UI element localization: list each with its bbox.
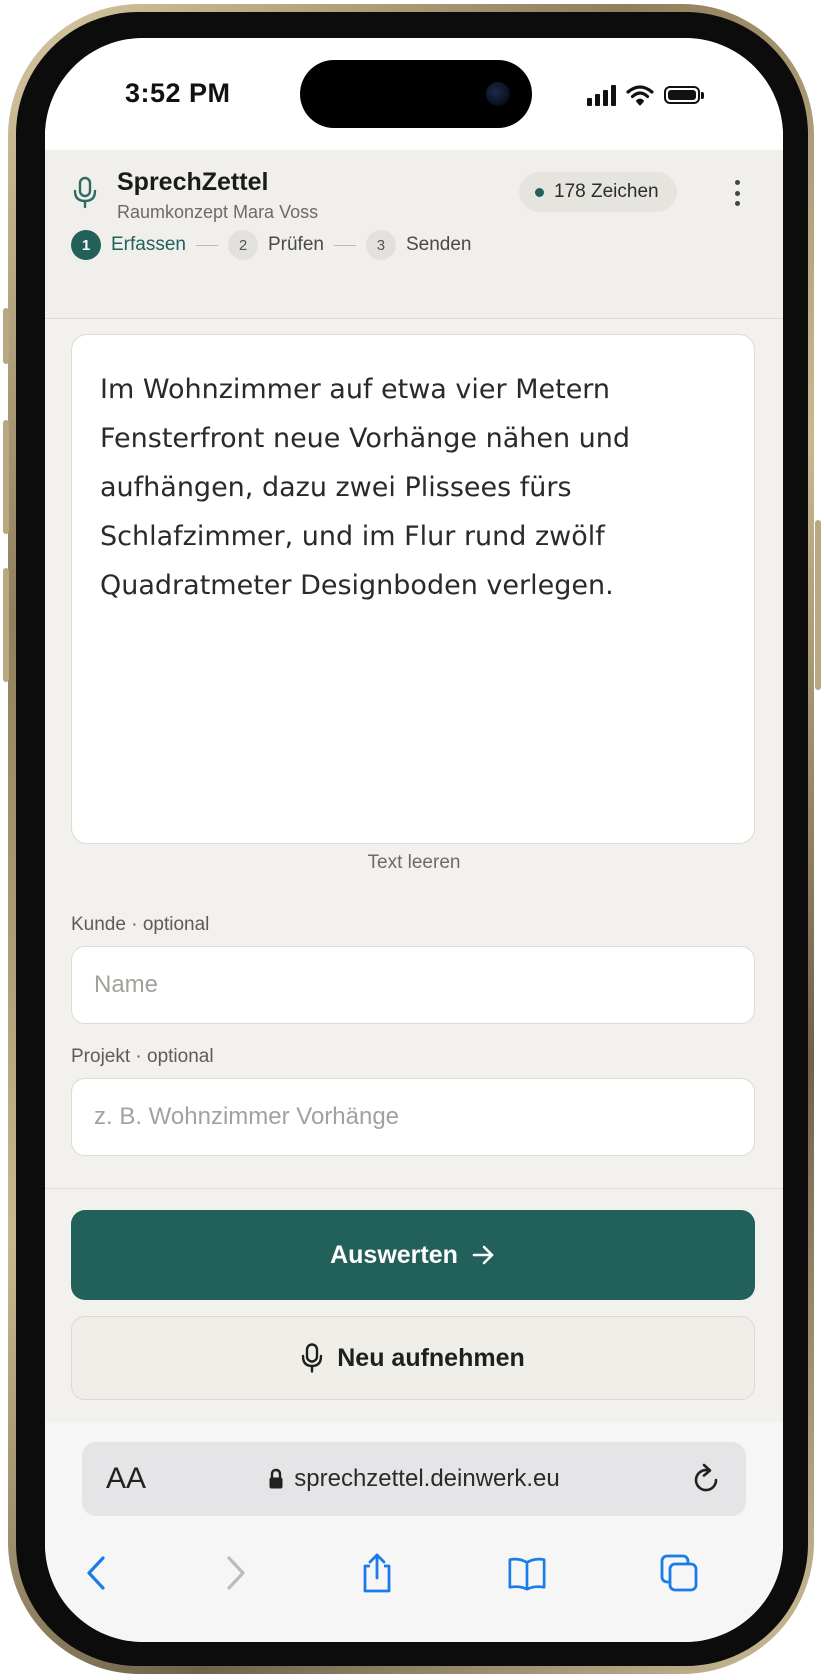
camera-icon <box>486 82 510 106</box>
action-button <box>3 308 9 364</box>
bookmarks-icon[interactable] <box>507 1552 547 1594</box>
stepper: 1 Erfassen 2 Prüfen 3 Senden <box>71 230 471 260</box>
char-count-label: 178 Zeichen <box>554 181 659 202</box>
clear-text-button[interactable]: Text leeren <box>45 852 783 874</box>
microphone-icon <box>73 176 97 209</box>
customer-label: Kunde · optional <box>71 914 210 935</box>
text-size-button[interactable]: AA <box>106 1462 146 1496</box>
rerecord-button[interactable]: Neu aufnehmen <box>71 1316 755 1400</box>
char-count-badge: 178 Zeichen <box>519 172 677 212</box>
evaluate-button-label: Auswerten <box>330 1240 458 1269</box>
back-icon[interactable] <box>79 1552 119 1594</box>
step-connector <box>195 244 218 246</box>
browser-chrome: sprechzettel.deinwerk.eu AA <box>45 1422 783 1642</box>
step-label: Senden <box>405 234 472 255</box>
volume-down-button <box>3 568 9 682</box>
step-review[interactable]: 2 Prüfen <box>227 230 324 260</box>
footer-divider <box>45 1188 783 1189</box>
lock-icon <box>269 1468 283 1489</box>
project-input[interactable]: z. B. Wohnzimmer Vorhänge <box>71 1078 755 1156</box>
battery-icon <box>664 86 704 104</box>
app-subtitle: Raumkonzept Mara Voss <box>117 202 319 222</box>
status-time: 3:52 PM <box>125 78 231 108</box>
step-send[interactable]: 3 Senden <box>365 230 472 260</box>
customer-input[interactable]: Name <box>71 946 755 1024</box>
power-button <box>815 520 821 690</box>
step-number: 2 <box>227 230 258 260</box>
forward-icon[interactable] <box>213 1552 253 1594</box>
step-connector <box>333 244 356 246</box>
step-label: Erfassen <box>111 234 186 255</box>
app-header: SprechZettel Raumkonzept Mara Voss 178 Z… <box>45 150 783 319</box>
browser-toolbar <box>45 1544 783 1604</box>
kebab-menu-icon[interactable] <box>727 176 747 210</box>
status-icons <box>587 82 704 108</box>
project-label: Projekt · optional <box>71 1046 214 1067</box>
address-bar[interactable]: sprechzettel.deinwerk.eu AA <box>82 1442 746 1516</box>
screen: 3:52 PM SprechZettel Raumkonzept Mara Vo… <box>45 38 783 1642</box>
microphone-icon <box>302 1343 323 1373</box>
step-number: 3 <box>365 230 396 260</box>
status-bar: 3:52 PM <box>45 38 783 150</box>
step-label: Prüfen <box>267 234 324 255</box>
wifi-icon <box>626 85 654 106</box>
transcript-textarea[interactable]: Im Wohnzimmer auf etwa vier Metern Fenst… <box>71 334 755 844</box>
evaluate-button[interactable]: Auswerten <box>71 1210 755 1300</box>
text-size-label: AA <box>106 1462 147 1495</box>
step-capture[interactable]: 1 Erfassen <box>71 230 186 260</box>
url-display[interactable]: sprechzettel.deinwerk.eu <box>82 1442 746 1516</box>
arrow-right-icon <box>472 1245 494 1265</box>
rerecord-button-label: Neu aufnehmen <box>337 1343 525 1372</box>
share-icon[interactable] <box>357 1552 397 1594</box>
signal-icon <box>587 84 616 106</box>
step-number: 1 <box>71 230 101 260</box>
status-dot-icon <box>535 187 544 197</box>
app-title: SprechZettel <box>117 168 269 196</box>
tabs-icon[interactable] <box>659 1552 699 1594</box>
transcript-text[interactable]: Im Wohnzimmer auf etwa vier Metern Fenst… <box>100 365 730 610</box>
volume-up-button <box>3 420 9 534</box>
dynamic-island <box>300 60 532 128</box>
reload-icon[interactable] <box>690 1462 722 1496</box>
url-text: sprechzettel.deinwerk.eu <box>294 1465 560 1492</box>
